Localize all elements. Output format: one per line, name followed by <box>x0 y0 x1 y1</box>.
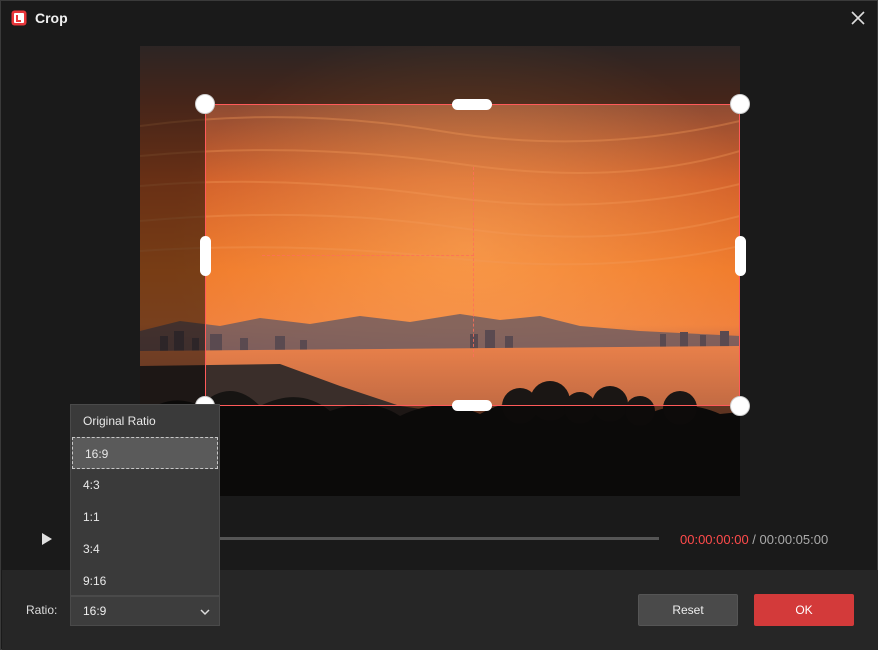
ratio-option-4-3[interactable]: 4:3 <box>71 469 219 501</box>
crop-handle-top-right[interactable] <box>730 94 750 114</box>
title-bar: Crop <box>1 1 877 35</box>
app-logo-icon <box>11 10 27 26</box>
crop-handle-top-left[interactable] <box>195 94 215 114</box>
ratio-option-1-1[interactable]: 1:1 <box>71 501 219 533</box>
ratio-select[interactable]: 16:9 <box>70 596 220 626</box>
ok-button[interactable]: OK <box>754 594 854 626</box>
crop-mask-bottom <box>140 406 740 496</box>
ratio-option-16-9[interactable]: 16:9 <box>72 437 218 469</box>
ratio-option-3-4[interactable]: 3:4 <box>71 533 219 565</box>
close-icon[interactable] <box>849 9 867 27</box>
crop-mask-left <box>140 104 205 406</box>
crop-frame[interactable] <box>205 104 740 406</box>
playback-timeline[interactable] <box>219 537 659 540</box>
chevron-down-icon <box>200 609 210 616</box>
ratio-select-value: 16:9 <box>83 604 107 618</box>
ratio-option-9-16[interactable]: 9:16 <box>71 565 219 597</box>
crop-mask-top <box>140 46 740 104</box>
ratio-option-original[interactable]: Original Ratio <box>71 405 219 437</box>
crop-handle-left[interactable] <box>200 236 211 276</box>
ratio-label: Ratio: <box>26 603 58 617</box>
total-time: 00:00:05:00 <box>759 532 829 547</box>
play-icon[interactable] <box>39 531 55 547</box>
time-separator: / <box>748 532 760 547</box>
time-display: 00:00:00:00 / 00:00:05:00 <box>680 532 828 547</box>
current-time: 00:00:00:00 <box>680 532 749 547</box>
crop-handle-bottom[interactable] <box>452 400 492 411</box>
reset-button[interactable]: Reset <box>638 594 738 626</box>
ratio-dropdown-menu: Original Ratio 16:9 4:3 1:1 3:4 9:16 <box>70 404 220 596</box>
crop-guide-vertical <box>473 167 474 357</box>
crop-handle-bottom-right[interactable] <box>730 396 750 416</box>
crop-dialog: Crop 00:00:00:00 / 00:00:05:00 Ratio: 16… <box>0 0 878 650</box>
crop-handle-right[interactable] <box>735 236 746 276</box>
window-title: Crop <box>35 10 68 26</box>
crop-handle-top[interactable] <box>452 99 492 110</box>
crop-guide-horizontal <box>262 255 474 256</box>
